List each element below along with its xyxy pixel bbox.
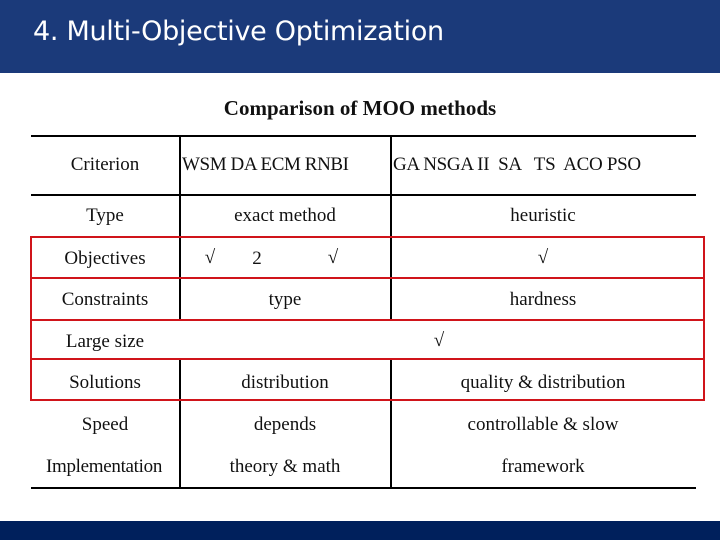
column-divider-2-upper bbox=[390, 135, 392, 321]
row-speed-criterion: Speed bbox=[81, 414, 129, 435]
row-constraints-criterion: Constraints bbox=[61, 289, 149, 310]
row-large-size-criterion: Large size bbox=[65, 331, 145, 352]
row-constraints-exact: type bbox=[268, 289, 302, 310]
row-solutions-heuristic: quality & distribution bbox=[460, 372, 626, 393]
table-top-rule bbox=[31, 135, 696, 137]
row-speed-heuristic: controllable & slow bbox=[467, 414, 619, 435]
column-divider-1-upper bbox=[179, 135, 181, 321]
row-implementation-criterion: Implementation bbox=[45, 456, 163, 477]
row-solutions-exact: distribution bbox=[241, 372, 329, 393]
row-objectives-da-value: 2 bbox=[252, 248, 262, 269]
header-exact-methods: WSM DA ECM RNBI bbox=[182, 154, 349, 175]
table-bottom-rule bbox=[31, 487, 696, 489]
header-criterion: Criterion bbox=[70, 154, 140, 175]
row-constraints-heuristic: hardness bbox=[509, 289, 577, 310]
header-bar: 4. Multi-Objective Optimization bbox=[0, 0, 720, 73]
row-implementation-heuristic: framework bbox=[501, 456, 585, 477]
slide-title: 4. Multi-Objective Optimization bbox=[33, 16, 444, 47]
row-objectives-rnbi-check: √ bbox=[327, 247, 339, 268]
footer-bar bbox=[0, 521, 720, 540]
column-divider-1-lower bbox=[179, 360, 181, 489]
row-type-criterion: Type bbox=[86, 205, 124, 226]
table-header-rule bbox=[31, 194, 696, 196]
row-objectives-heuristic: √ bbox=[537, 247, 549, 268]
table-title: Comparison of MOO methods bbox=[223, 96, 497, 120]
header-heuristic-methods: GA NSGA II SA TS ACO PSO bbox=[393, 154, 641, 175]
row-implementation-exact: theory & math bbox=[229, 456, 341, 477]
row-large-size-merged: √ bbox=[433, 330, 445, 351]
type-row-rule bbox=[31, 236, 696, 238]
row-speed-exact: depends bbox=[253, 414, 317, 435]
row-type-exact: exact method bbox=[234, 205, 336, 226]
row-solutions-criterion: Solutions bbox=[69, 372, 141, 393]
row-objectives-wsm-check: √ bbox=[204, 247, 216, 268]
column-divider-2-lower bbox=[390, 360, 392, 489]
row-type-heuristic: heuristic bbox=[510, 205, 576, 226]
row-objectives-criterion: Objectives bbox=[64, 248, 146, 269]
